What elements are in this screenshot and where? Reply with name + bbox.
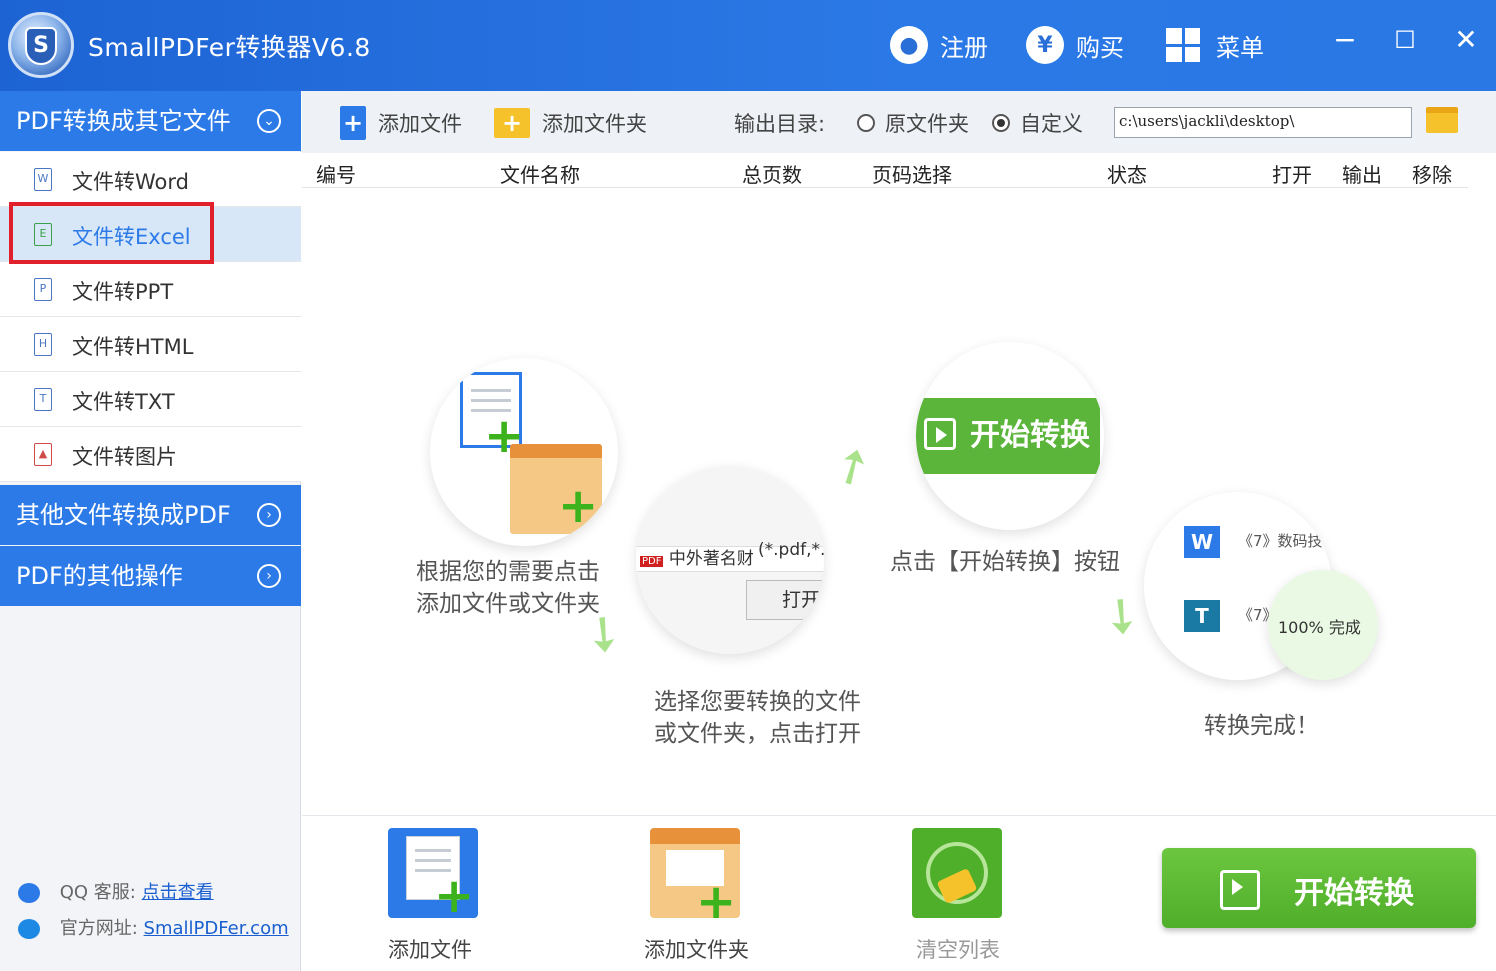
arrow-icon: ➚ <box>820 431 884 501</box>
app-title: SmallPDFer转换器V6.8 <box>88 33 371 62</box>
step3-illustration: 开始转换 <box>916 342 1104 530</box>
step2-illustration: PDF 中外著名财 (*.pdf,*. 打开 <box>636 466 824 654</box>
close-button[interactable]: ✕ <box>1446 22 1486 58</box>
radio-custom[interactable]: 自定义 <box>992 105 1083 141</box>
section-other-to-pdf[interactable]: 其他文件转换成PDF › <box>0 485 301 545</box>
col-status: 状态 <box>1107 163 1147 187</box>
add-folder-big-button[interactable]: + <box>650 828 740 930</box>
step1-text: 根据您的需要点击 添加文件或文件夹 <box>416 559 600 617</box>
chevron-down-icon: ⌄ <box>257 109 281 133</box>
sidebar: PDF转换成其它文件 ⌄ W 文件转Word E 文件转Excel P 文件转P… <box>0 91 301 971</box>
browse-folder-icon[interactable] <box>1426 107 1458 133</box>
file-table-header: 编号 文件名称 总页数 页码选择 状态 打开 输出 移除 <box>302 153 1468 188</box>
word-icon: W <box>1184 526 1220 558</box>
step2-text: 选择您要转换的文件 或文件夹，点击打开 <box>654 689 861 747</box>
add-file-icon: + <box>340 106 366 140</box>
chevron-right-icon: › <box>257 503 281 527</box>
buy-button[interactable]: ¥ 购买 <box>1026 24 1124 66</box>
sidebar-item-word[interactable]: W 文件转Word <box>0 152 301 207</box>
start-convert-pill: 开始转换 <box>916 398 1100 474</box>
section-pdf-other-ops[interactable]: PDF的其他操作 › <box>0 546 301 606</box>
add-file-label: 添加文件 <box>388 938 472 962</box>
qq-link[interactable]: 点击查看 <box>142 882 214 903</box>
step4-text: 转换完成！ <box>1204 713 1319 739</box>
clear-list-button[interactable] <box>912 828 1002 918</box>
play-icon <box>924 418 956 450</box>
sidebar-item-ppt[interactable]: P 文件转PPT <box>0 262 301 317</box>
step1-illustration: + + <box>430 358 618 546</box>
start-convert-button[interactable]: 开始转换 <box>1162 848 1476 928</box>
site-link[interactable]: SmallPDFer.com <box>144 918 289 939</box>
guide-area: + + 根据您的需要点击 添加文件或文件夹 ➘ PDF 中外著名财 (*.pdf… <box>302 188 1496 815</box>
plus-icon: + <box>558 478 599 534</box>
radio-selected-icon <box>992 114 1010 132</box>
sidebar-item-txt[interactable]: T 文件转TXT <box>0 372 301 427</box>
col-remove: 移除 <box>1412 163 1452 187</box>
col-pages: 总页数 <box>742 163 802 187</box>
word-file-icon: W <box>34 168 52 191</box>
toolbar: + 添加文件 + 添加文件夹 输出目录: 原文件夹 自定义 c:\users\j… <box>302 91 1496 153</box>
add-file-button[interactable]: + 添加文件 <box>340 105 462 141</box>
add-folder-label: 添加文件夹 <box>644 938 749 962</box>
add-folder-button[interactable]: + 添加文件夹 <box>494 105 647 141</box>
play-icon <box>1220 870 1260 910</box>
dialog-open-button: 打开 <box>746 580 824 620</box>
register-button[interactable]: ● 注册 <box>890 24 988 66</box>
minimize-button[interactable]: − <box>1325 22 1365 58</box>
col-number: 编号 <box>316 163 356 187</box>
col-page-select: 页码选择 <box>872 163 952 187</box>
plus-icon: + <box>696 874 737 930</box>
clear-list-label: 清空列表 <box>916 938 1000 962</box>
section-pdf-to-other[interactable]: PDF转换成其它文件 ⌄ <box>0 91 301 151</box>
sidebar-item-image[interactable]: ▲ 文件转图片 <box>0 427 301 482</box>
qq-support: QQ 客服: 点击查看 <box>18 878 214 904</box>
qq-icon <box>18 883 40 903</box>
user-icon: ● <box>890 26 928 64</box>
col-open: 打开 <box>1272 163 1312 187</box>
yen-icon: ¥ <box>1026 26 1064 64</box>
txt-icon: T <box>1184 600 1220 632</box>
highlight-box <box>9 202 214 264</box>
col-filename: 文件名称 <box>500 163 580 187</box>
image-file-icon: ▲ <box>34 443 52 466</box>
menu-button[interactable]: 菜单 <box>1166 24 1264 66</box>
app-logo-icon: S <box>8 12 74 78</box>
step3-text: 点击【开始转换】按钮 <box>890 549 1120 575</box>
pdf-icon: PDF <box>640 556 664 567</box>
output-path-input[interactable]: c:\users\jackli\desktop\ <box>1114 107 1412 138</box>
chevron-right-icon: › <box>257 564 281 588</box>
add-file-big-button[interactable]: + <box>388 828 478 924</box>
bottom-bar: + 添加文件 + 添加文件夹 清空列表 开始转换 <box>302 815 1496 971</box>
ppt-file-icon: P <box>34 278 52 301</box>
title-bar: S SmallPDFer转换器V6.8 ● 注册 ¥ 购买 菜单 − ☐ ✕ <box>0 0 1496 91</box>
ie-icon <box>18 919 40 939</box>
col-output: 输出 <box>1342 163 1382 187</box>
official-site: 官方网址: SmallPDFer.com <box>18 914 289 940</box>
add-folder-icon: + <box>494 108 530 138</box>
radio-icon <box>857 114 875 132</box>
grid-icon <box>1166 28 1200 62</box>
complete-badge: 100% 完成 <box>1268 570 1378 680</box>
radio-source-folder[interactable]: 原文件夹 <box>857 105 969 141</box>
html-file-icon: H <box>34 333 52 356</box>
output-dir-label: 输出目录: <box>734 112 826 136</box>
sidebar-item-html[interactable]: H 文件转HTML <box>0 317 301 372</box>
plus-icon: + <box>434 868 475 924</box>
txt-file-icon: T <box>34 388 52 411</box>
maximize-button[interactable]: ☐ <box>1385 22 1425 58</box>
